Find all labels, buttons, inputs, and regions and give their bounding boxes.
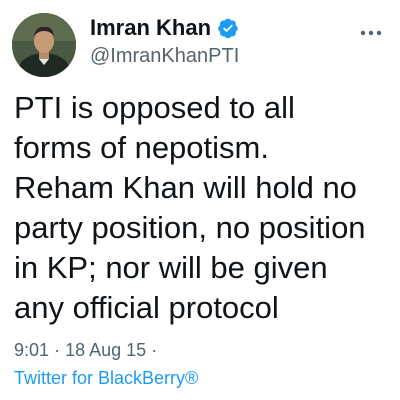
meta-separator-trailing: · — [151, 340, 158, 360]
tweet-text: PTI is opposed to all forms of nepotism.… — [14, 90, 366, 325]
verified-badge-icon — [217, 17, 239, 39]
tweet-time[interactable]: 9:01 — [14, 340, 49, 360]
tweet-date[interactable]: 18 Aug 15 — [65, 340, 146, 360]
tweet-source-link[interactable]: Twitter for BlackBerry® — [14, 368, 198, 389]
tweet-card: Imran Khan @ImranKhanPTI PTI is opposed … — [0, 0, 400, 400]
meta-separator: · — [54, 340, 61, 360]
user-handle[interactable]: @ImranKhanPTI — [90, 45, 239, 68]
display-name[interactable]: Imran Khan — [90, 15, 211, 41]
tweet-meta: 9:01 · 18 Aug 15 · — [14, 340, 157, 361]
profile-photo-icon — [12, 13, 76, 77]
avatar[interactable] — [12, 13, 76, 77]
more-options-icon[interactable] — [360, 24, 382, 36]
display-name-row: Imran Khan — [90, 14, 239, 42]
